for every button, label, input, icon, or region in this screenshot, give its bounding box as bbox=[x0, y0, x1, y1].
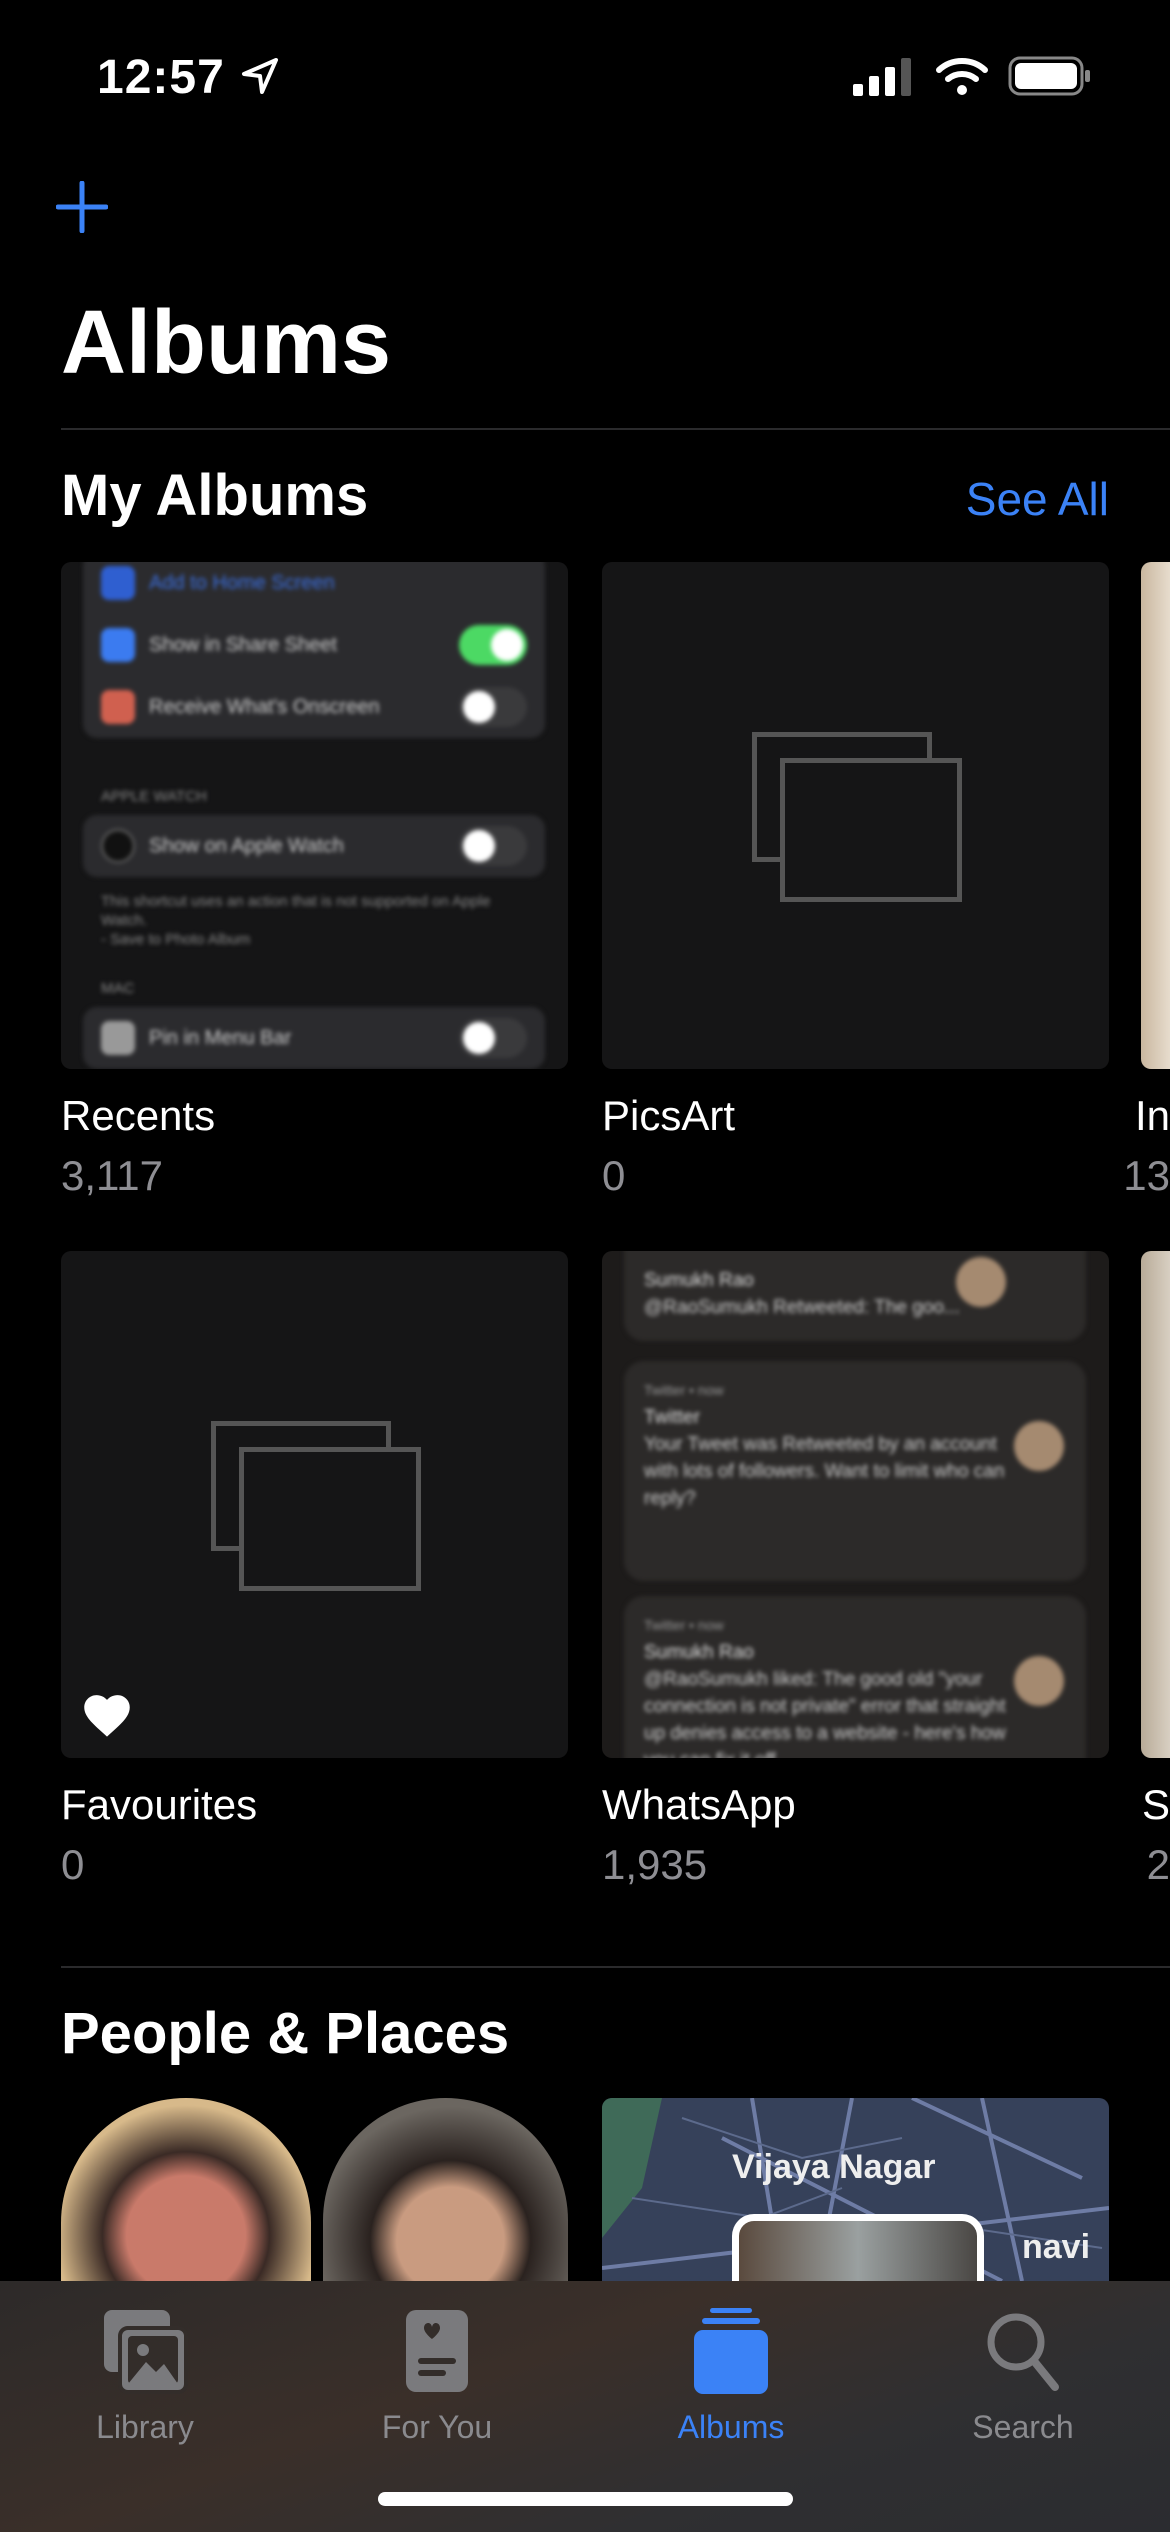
tab-albums[interactable]: Albums bbox=[611, 2281, 851, 2446]
album-picsart-thumbnail[interactable] bbox=[602, 562, 1109, 1069]
album-count: 0 bbox=[602, 1152, 626, 1199]
empty-album-icon bbox=[752, 732, 962, 902]
album-name[interactable]: In bbox=[1135, 1092, 1170, 1140]
thumb-text: Add to Home Screen bbox=[149, 571, 335, 594]
location-arrow-icon bbox=[242, 58, 278, 94]
thumb-text: @RaoSumukh Retweeted: The goo... bbox=[644, 1297, 960, 1318]
album-recents-thumbnail[interactable]: Add to Home Screen Show in Share Sheet R… bbox=[61, 562, 568, 1069]
divider bbox=[61, 1966, 1170, 1968]
album-name[interactable]: Favourites bbox=[61, 1781, 257, 1829]
albums-icon bbox=[694, 2308, 768, 2394]
for-you-icon bbox=[406, 2310, 468, 2392]
home-indicator[interactable] bbox=[378, 2492, 793, 2506]
album-count: 2 bbox=[1146, 1841, 1170, 1888]
person-avatar[interactable] bbox=[61, 2098, 311, 2281]
album-name[interactable]: WhatsApp bbox=[602, 1781, 796, 1829]
battery-icon bbox=[1008, 56, 1090, 96]
see-all-button[interactable]: See All bbox=[966, 472, 1109, 526]
thumb-text: Your Tweet was Retweeted by an account w… bbox=[644, 1434, 1005, 1509]
thumb-text: Twitter • now bbox=[644, 1382, 724, 1398]
album-name[interactable]: S bbox=[1142, 1781, 1170, 1829]
thumb-text: @RaoSumukh liked: The good old "your con… bbox=[644, 1669, 1006, 1758]
map-label: navi bbox=[1022, 2228, 1091, 2266]
signal-icon bbox=[853, 58, 911, 96]
tab-label: Search bbox=[972, 2409, 1074, 2445]
thumb-text: APPLE WATCH bbox=[101, 788, 207, 805]
empty-album-icon bbox=[211, 1421, 421, 1591]
album-whatsapp-thumbnail[interactable]: Sumukh Rao @RaoSumukh Retweeted: The goo.… bbox=[602, 1251, 1109, 1758]
map-label: Vijaya Nagar bbox=[732, 2148, 936, 2186]
plus-icon[interactable] bbox=[56, 181, 108, 233]
library-icon bbox=[104, 2310, 188, 2394]
thumb-text: Show on Apple Watch bbox=[149, 834, 344, 857]
thumb-text: Pin in Menu Bar bbox=[149, 1026, 292, 1049]
search-icon bbox=[987, 2313, 1059, 2391]
thumb-text: MAC bbox=[101, 980, 135, 997]
album-count: 3,117 bbox=[61, 1152, 163, 1199]
thumb-text: Receive What's Onscreen bbox=[149, 695, 380, 718]
heart-icon bbox=[84, 1695, 130, 1737]
album-name[interactable]: Recents bbox=[61, 1092, 215, 1140]
tab-library[interactable]: Library bbox=[25, 2281, 265, 2446]
places-map[interactable]: Vijaya Nagar navi bbox=[602, 2098, 1109, 2281]
people-places-heading: People & Places bbox=[61, 2001, 510, 2066]
tab-label: Library bbox=[96, 2409, 194, 2445]
thumb-text: Twitter • now bbox=[644, 1617, 724, 1633]
person-avatar[interactable] bbox=[323, 2098, 568, 2281]
divider bbox=[61, 428, 1170, 430]
my-albums-heading: My Albums bbox=[61, 463, 369, 528]
tab-search[interactable]: Search bbox=[903, 2281, 1143, 2446]
tab-for-you[interactable]: For You bbox=[317, 2281, 557, 2446]
album-thumbnail-partial[interactable] bbox=[1141, 562, 1170, 1069]
thumb-text: This shortcut uses an action that is not… bbox=[101, 893, 491, 929]
place-photo-thumbnail bbox=[732, 2214, 984, 2281]
album-name[interactable]: PicsArt bbox=[602, 1092, 735, 1140]
album-count: 0 bbox=[61, 1841, 85, 1888]
tab-label: For You bbox=[381, 2409, 493, 2445]
thumb-text: Sumukh Rao bbox=[644, 1642, 754, 1663]
wifi-icon bbox=[936, 58, 988, 95]
thumb-text: - Save to Photo Album bbox=[101, 931, 251, 948]
album-count: 1,935 bbox=[602, 1841, 708, 1888]
page-title: Albums bbox=[61, 293, 392, 393]
album-thumbnail-partial[interactable] bbox=[1141, 1251, 1170, 1758]
thumb-text: Twitter bbox=[644, 1407, 700, 1428]
tab-label: Albums bbox=[677, 2409, 785, 2445]
thumb-text: Show in Share Sheet bbox=[149, 633, 337, 656]
album-favourites-thumbnail[interactable] bbox=[61, 1251, 568, 1758]
status-time: 12:57 bbox=[97, 51, 225, 104]
album-count: 13 bbox=[1123, 1152, 1170, 1199]
